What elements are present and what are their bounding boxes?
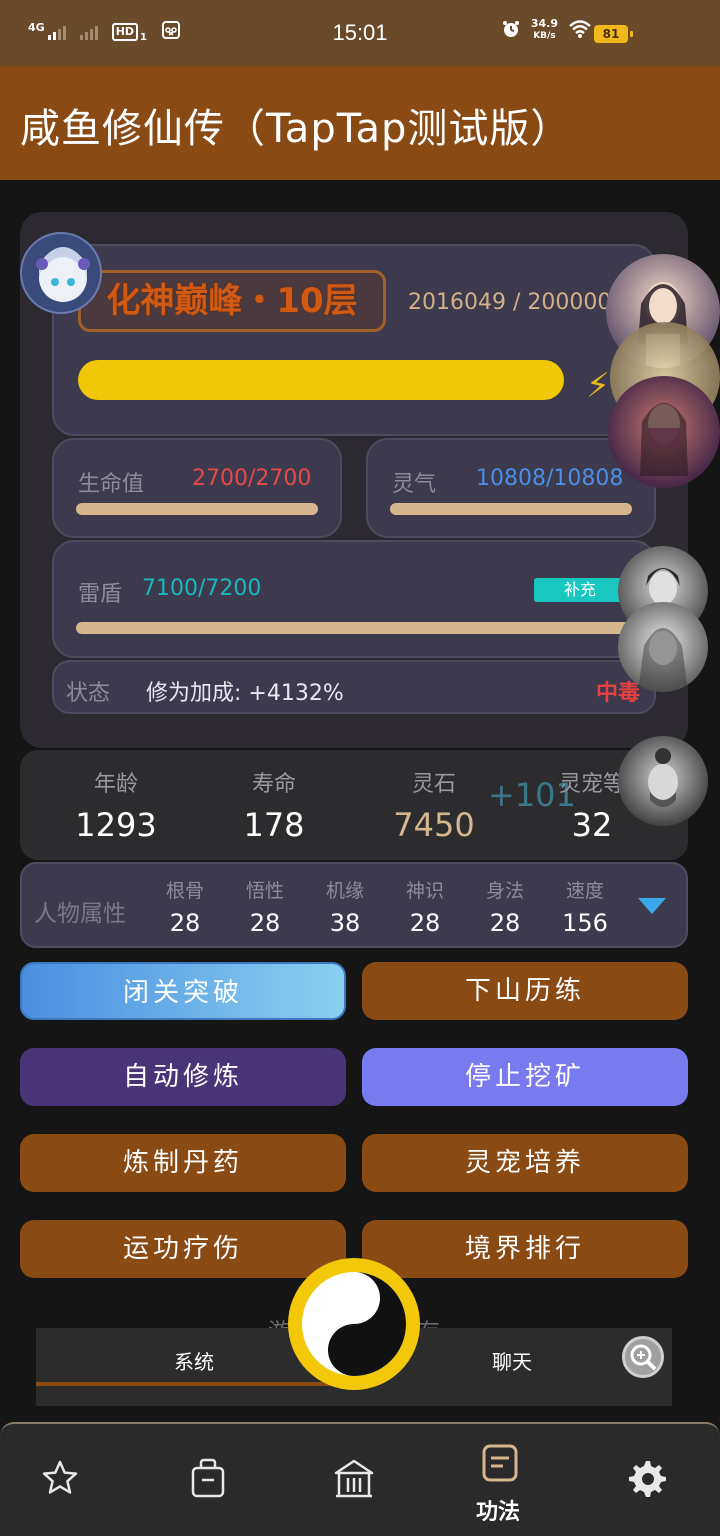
nav-settings[interactable] [626,1458,668,1504]
tab-system[interactable]: 系统 [174,1346,214,1375]
realm-badge: 化神巅峰・10层 [78,270,386,332]
attr-agility: 身法 28 [485,880,524,937]
attributes-title: 人物属性 [34,901,126,927]
net-speed: 34.9 KB/s [530,17,558,41]
attr-speed: 速度 156 [562,880,608,937]
document-icon [482,1444,518,1482]
player-avatar[interactable] [20,232,102,314]
nav-favorites[interactable] [40,1458,80,1502]
nav-bag[interactable] [188,1458,228,1504]
exp-text: 2016049 / 2000000 [408,290,608,315]
tab-chat[interactable]: 聊天 [492,1346,532,1375]
spirit-bar [390,503,632,515]
nav-home[interactable] [333,1458,375,1504]
alchemy-button[interactable]: 炼制丹药 [20,1134,346,1192]
gear-icon [629,1461,666,1497]
shield-value: 7100/7200 [142,576,262,601]
stat-lifespan: 寿命 178 [243,772,305,844]
bag-icon [191,1458,225,1498]
zoom-icon[interactable] [622,1336,664,1378]
attr-bone: 根骨 28 [165,880,204,937]
shield-label: 雷盾 [78,582,123,607]
temple-icon [334,1459,374,1498]
shield-bar [76,622,636,634]
auto-cultivate-button[interactable]: 自动修炼 [20,1048,346,1106]
status-bonus: 修为加成: +4132% [146,681,344,706]
expand-icon[interactable] [638,898,666,914]
refill-button[interactable]: 补充 [534,578,626,602]
nav-skills[interactable] [482,1444,518,1486]
companion-avatar-5[interactable] [618,602,708,692]
app-title: 咸鱼修仙传（TapTap测试版） [20,106,572,152]
companion-avatar-6[interactable] [618,736,708,826]
hp-bar [76,503,318,515]
wifi-icon [568,19,592,42]
alarm-icon [501,19,521,42]
breakthrough-button[interactable]: 闭关突破 [20,962,346,1020]
attr-comprehension: 悟性 28 [245,880,284,937]
hp-label: 生命值 [78,472,145,497]
status-label: 状态 [66,681,111,706]
yin-yang-button[interactable] [288,1258,420,1390]
app-bar: 咸鱼修仙传（TapTap测试版） [0,66,720,180]
hp-value: 2700/2700 [192,466,312,491]
pet-training-button[interactable]: 灵宠培养 [362,1134,688,1192]
companion-avatar-3[interactable] [608,376,720,488]
attr-fortune: 机缘 38 [325,880,364,937]
stop-mining-button[interactable]: 停止挖矿 [362,1048,688,1106]
attr-spirit-sense: 神识 28 [405,880,444,937]
adventure-button[interactable]: 下山历练 [362,962,688,1020]
star-icon [42,1460,78,1494]
exp-bar [78,360,564,400]
status-bar: 4G HD 1 15:01 34.9 KB/s 81 [0,0,720,66]
nav-skills-label[interactable]: 功法 [476,1494,520,1526]
stat-spirit-stones: 灵石 7450 [393,772,475,844]
status-right: 34.9 KB/s [501,18,592,42]
spirit-value: 10808/10808 [476,466,624,491]
lightning-icon[interactable]: ⚡ [586,366,610,406]
stat-age: 年龄 1293 [75,772,157,844]
status-row [52,660,656,714]
battery-icon: 81 [594,25,633,43]
spirit-label: 灵气 [392,472,437,497]
